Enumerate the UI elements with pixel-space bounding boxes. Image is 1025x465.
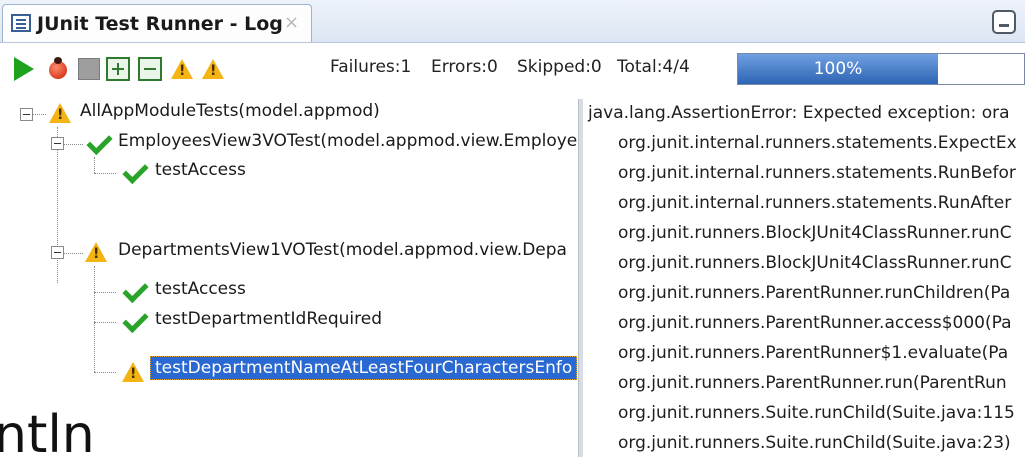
tree-node-label: testAccess [155,279,246,299]
tree-node-label: testDepartmentNameAtLeastFourCharactersE… [150,356,578,380]
errors-count: Errors:0 [431,57,498,77]
stack-trace-pane: java.lang.AssertionError: Expected excep… [584,99,1025,457]
run-icon[interactable] [14,57,34,81]
log-line: org.junit.runners.BlockJUnit4ClassRunner… [618,223,1012,243]
log-line: org.junit.runners.Suite.runChild(Suite.j… [618,403,1015,423]
skipped-count: Skipped:0 [517,57,602,77]
log-line: org.junit.internal.runners.statements.Ex… [618,133,1017,153]
pass-check-icon [122,306,149,334]
log-window-icon [11,14,31,32]
pass-check-icon [122,276,149,304]
log-line: java.lang.AssertionError: Expected excep… [588,103,1010,123]
progress-label: 100% [813,59,863,79]
tab-junit-log[interactable]: JUnit Test Runner - Log × [2,4,312,42]
failures-count: Failures:1 [330,57,412,77]
split-divider[interactable] [578,99,583,457]
progress-bar: 100% [737,53,1025,85]
tree-node-test[interactable]: testAccess [0,276,578,307]
log-line: org.junit.runners.ParentRunner.access$00… [618,313,1012,333]
log-line: org.junit.internal.runners.statements.Ru… [618,193,1012,213]
log-line: org.junit.runners.Suite.runChild(Suite.j… [618,433,1011,453]
stop-icon[interactable] [78,58,100,80]
tree-node-test[interactable]: testAccess [0,157,578,188]
minimize-button[interactable] [992,10,1016,34]
tree-node-label: EmployeesView3VOTest(model.appmod.view.E… [118,131,578,151]
collapse-toggle[interactable] [20,108,33,121]
tab-title: JUnit Test Runner - Log [37,13,283,35]
log-line: org.junit.runners.ParentRunner.runChildr… [618,283,1011,303]
pass-check-icon [122,157,149,185]
tree-node-test[interactable]: testDepartmentIdRequired [0,306,578,337]
tree-node-test-class[interactable]: EmployeesView3VOTest(model.appmod.view.E… [0,128,578,159]
tree-node-label: testAccess [155,160,246,180]
tree-node-label: DepartmentsView1VOTest(model.appmod.view… [118,240,567,260]
log-line: org.junit.runners.BlockJUnit4ClassRunner… [618,253,1012,273]
debug-icon[interactable] [46,57,70,81]
tree-node-suite[interactable]: AllAppModuleTests(model.appmod) [0,99,578,129]
log-line: org.junit.runners.ParentRunner.run(Paren… [618,373,1007,393]
tree-node-test-class[interactable]: DepartmentsView1VOTest(model.appmod.view… [0,238,578,268]
warning-icon [49,103,71,123]
warning-icon [122,362,144,382]
toolbar: Failures:1 Errors:0 Skipped:0 Total:4/4 … [0,43,1025,99]
tree-node-test-selected[interactable]: testDepartmentNameAtLeastFourCharactersE… [0,356,578,386]
warning-icon [85,242,107,262]
pass-check-icon [86,128,113,156]
next-failure-icon[interactable] [201,57,225,81]
total-count: Total:4/4 [617,57,690,77]
tab-bar: JUnit Test Runner - Log × [0,0,1025,43]
tree-node-label: AllAppModuleTests(model.appmod) [80,101,380,121]
overlay-text: ntln [0,405,95,465]
test-tree: AllAppModuleTests(model.appmod) Employee… [0,99,578,457]
collapse-all-icon[interactable] [138,57,162,81]
show-failures-icon[interactable] [170,57,194,81]
close-icon[interactable]: × [284,12,299,33]
log-line: org.junit.runners.ParentRunner$1.evaluat… [618,343,1009,363]
expand-all-icon[interactable] [106,57,130,81]
tree-node-label: testDepartmentIdRequired [155,309,382,329]
log-line: org.junit.internal.runners.statements.Ru… [618,163,1016,183]
